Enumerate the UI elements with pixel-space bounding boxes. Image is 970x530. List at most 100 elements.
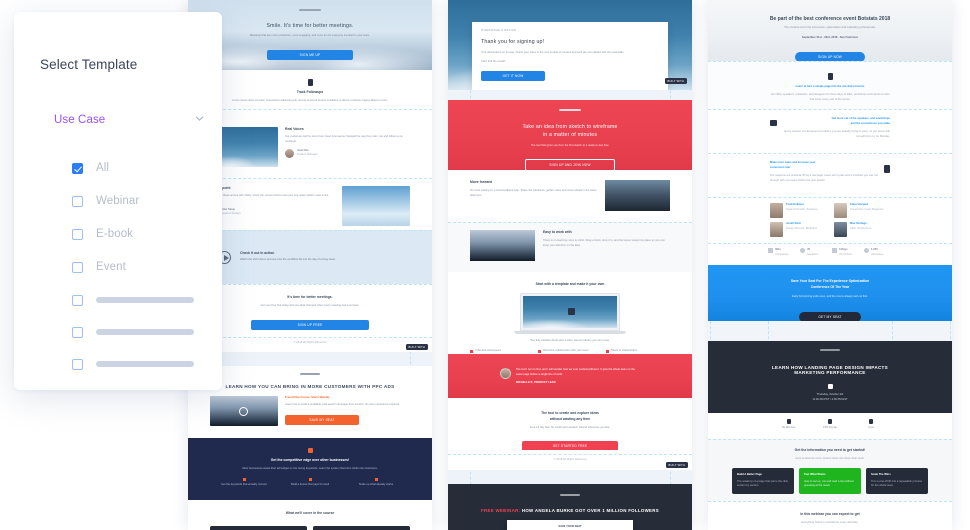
checkbox[interactable] <box>72 163 83 174</box>
filter-option-all[interactable]: All <box>72 162 222 178</box>
forward-body: No more waiting on a slow feedback loop.… <box>470 188 597 197</box>
speaker-item[interactable]: Jonah Reid Design Director, Brightline <box>770 222 826 237</box>
checkbox[interactable] <box>72 359 83 370</box>
section-learn: LEARN HOW LANDING PAGE DESIGN IMPACTS MA… <box>708 341 952 413</box>
ppc-image <box>210 396 278 427</box>
hero-cta-button[interactable]: SIGN ME UP <box>267 49 353 60</box>
conf-intro-body: Join 900+ speakers, marketers, and desig… <box>770 92 890 101</box>
section-hero: Smile. It's time for better meetings. Me… <box>188 0 432 70</box>
template-card-wireframe[interactable]: WIREFRAME & DESIGN Thank you for signing… <box>448 0 692 530</box>
section-ppc: LEARN HOW YOU CAN BRING IN MORE CUSTOMER… <box>188 366 432 438</box>
template-feature-label: Unlimited workspaces <box>475 348 502 352</box>
info-card[interactable]: Scale The Wins Turn a one off lift into … <box>866 467 928 494</box>
info-card-title: Build A Better Page <box>737 472 762 476</box>
section-webinar: FREE WEBINAR: HOW ANGELA BURKE GOT OVER … <box>448 484 692 530</box>
hero-subtext: Meetings that are more productive, more … <box>249 33 371 37</box>
placeholder-bar <box>96 297 194 303</box>
edge-feature-label: Scale up what already works <box>358 482 394 486</box>
checkbox[interactable] <box>72 262 83 273</box>
thank-you-card: WIREFRAME & DESIGN Thank you for signing… <box>472 22 668 90</box>
red-hero-cta-button[interactable]: SIGN UP AND JOIN NOW <box>525 159 615 170</box>
followups-headline: Track Followups <box>296 90 324 94</box>
filter-option-label: All <box>96 162 110 174</box>
template-card-meetings[interactable]: Smile. It's time for better meetings. Me… <box>188 0 432 530</box>
section-cta: It's time for better meetings. Get your … <box>188 284 432 332</box>
filter-option-placeholder[interactable] <box>72 326 222 342</box>
seat-line1: Save Your Seat For The Experience Optimi… <box>790 279 870 283</box>
course-card[interactable]: WEEK 01 - FOUNDATION Keyword research, a… <box>210 525 307 530</box>
filter-option-event[interactable]: Event <box>72 261 222 277</box>
seat-subtext: Early bird pricing ends soon, and the ro… <box>792 294 868 298</box>
checkbox[interactable] <box>72 295 83 306</box>
thank-you-cta-button[interactable]: GET IT NOW <box>481 71 545 82</box>
final-cta-subtext: Free 14 day trial. No credit card needed… <box>529 425 611 429</box>
cta-button[interactable]: SIGN UP FREE <box>251 319 369 330</box>
calendar-icon <box>827 384 833 389</box>
select-template-panel: Select Template Use Case All Webinar E-b… <box>14 12 222 390</box>
template-feature-label: Share to stakeholders <box>611 348 638 352</box>
seat-cta-button[interactable]: GET MY SEAT <box>799 312 861 321</box>
agenda-label: 90 Minutes <box>782 426 796 429</box>
section-conf-intro: Learn to turn a simple page into the one… <box>708 61 952 109</box>
page-title: Select Template <box>40 57 138 72</box>
point-role: Head of Design <box>222 212 241 216</box>
ppc-cta-button[interactable]: SAVE MY SEAT <box>285 415 359 426</box>
section-conf-speakers: Todd Hollister Head of Growth, Sunstone … <box>708 197 952 243</box>
template-headline: Start with a template and make it your o… <box>535 282 605 286</box>
section-save-seat: Save Your Seat For The Experience Optimi… <box>708 265 952 321</box>
filter-option-webinar[interactable]: Webinar <box>72 195 222 211</box>
quote-text: The tool I turn to first, and I still wo… <box>516 368 635 376</box>
section-video: Check it out in action Watch the short d… <box>188 230 432 284</box>
logo-mark <box>300 373 320 375</box>
section-info-cards: Get the information you need to get star… <box>708 439 952 501</box>
forward-image <box>605 180 670 211</box>
check-icon <box>242 477 246 481</box>
play-circle-icon[interactable] <box>239 407 248 417</box>
course-headline: What we'll cover in the course <box>285 511 335 515</box>
filter-group-use-case[interactable]: Use Case <box>54 110 204 130</box>
template-card-conference[interactable]: Be part of the best conference event Bot… <box>708 0 952 530</box>
info-card[interactable]: Build A Better Page The anatomy of a pag… <box>732 467 794 494</box>
checkbox[interactable] <box>72 196 83 207</box>
speaker-item[interactable]: Clara Vasquez Conversion Lead, Flowpoint <box>834 203 890 218</box>
placeholder-bar <box>96 329 194 335</box>
webinar-eyebrow: FREE WEBINAR: <box>481 508 521 513</box>
check-icon <box>374 477 378 481</box>
conf-speak-body: Every session is built around a problem … <box>784 129 890 138</box>
avatar <box>770 203 783 218</box>
builder-badge: BUILT WITH <box>664 78 687 84</box>
chevron-down-icon[interactable] <box>195 114 204 123</box>
checkbox[interactable] <box>72 229 83 240</box>
speaker-item[interactable]: Max Verdugo CEO, Studio Kern <box>834 222 890 237</box>
stat-label: Companies <box>775 252 789 256</box>
info-card[interactable]: Test What Works How to set up, run and r… <box>799 467 861 494</box>
agenda-label: PDF Recap <box>823 426 837 429</box>
section-conf-device: Make more sales and increase your conver… <box>708 153 952 197</box>
filter-option-placeholder[interactable] <box>72 294 222 310</box>
edge-headline: Get the competitive edge over other busi… <box>270 458 350 462</box>
conf-hero-cta-button[interactable]: SIGN UP NOW <box>795 51 865 61</box>
final-cta-button[interactable]: GET STARTED FREE <box>522 441 618 450</box>
course-card[interactable]: WEEK 02 - BUILD UP Ad copy, landing page… <box>313 525 410 530</box>
logo-mark <box>559 109 581 111</box>
webinar-form[interactable]: SAVE YOUR SEAT Seats are limited, sign u… <box>507 520 633 530</box>
easy-body: There is no learning curve to climb. Dra… <box>543 238 665 247</box>
webinar-form-title: SAVE YOUR SEAT <box>558 525 582 529</box>
template-gallery-screen: Smile. It's time for better meetings. Me… <box>0 0 970 530</box>
filter-option-ebook[interactable]: E-book <box>72 228 222 244</box>
section-expect: In this webinar you can expect to get Ev… <box>708 501 952 530</box>
clock-icon <box>786 419 791 424</box>
speaker-role: Head of Growth, Sunstone <box>786 207 818 211</box>
checkbox[interactable] <box>72 327 83 338</box>
red-hero-headline-line1: Take an idea from sketch to wireframe <box>522 124 618 130</box>
ppc-headline: LEARN HOW YOU CAN BRING IN MORE CUSTOMER… <box>225 384 395 389</box>
speaker-item[interactable]: Todd Hollister Head of Growth, Sunstone <box>770 203 826 218</box>
section-testimonial: Real Voices Our customers tell the story… <box>188 120 432 178</box>
filter-option-label: Webinar <box>96 195 140 207</box>
filter-option-placeholder[interactable] <box>72 358 222 374</box>
expect-headline: In this webinar you can expect to get <box>800 512 860 516</box>
section-move-forward: Move forward No more waiting on a slow f… <box>448 170 692 222</box>
filter-option-label: Event <box>96 261 126 273</box>
point-body: Bring your ideas across with clarity, sh… <box>210 193 329 202</box>
conf-speak-line2: and the connections you make <box>850 121 890 125</box>
